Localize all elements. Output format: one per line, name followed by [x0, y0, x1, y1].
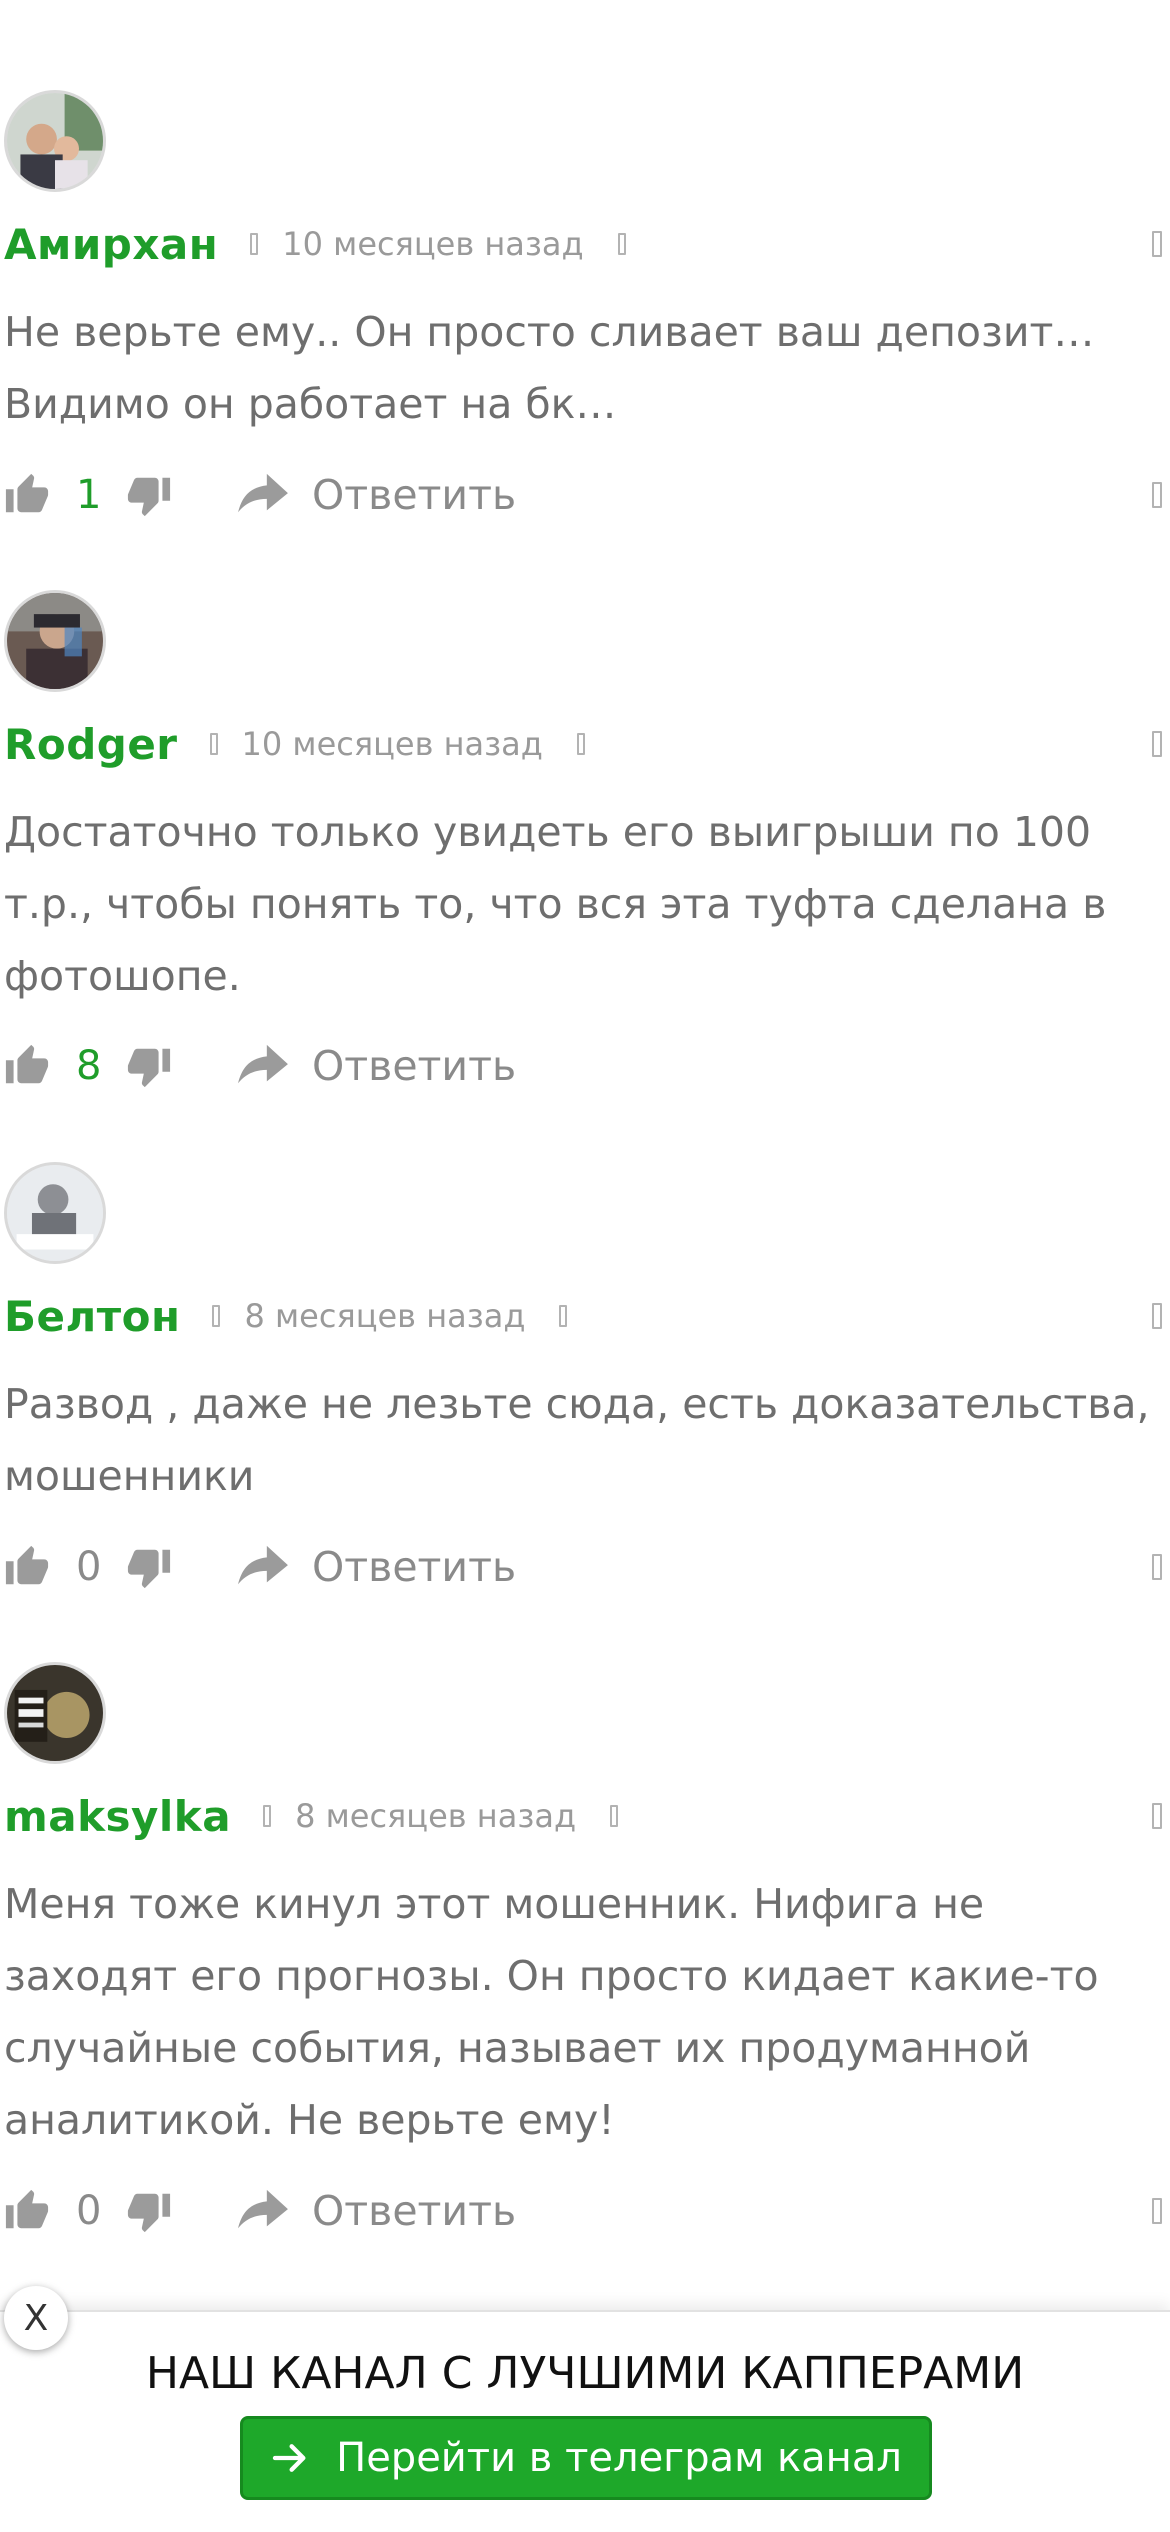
link-icon[interactable]	[559, 1305, 568, 1327]
link-icon[interactable]	[610, 1805, 619, 1827]
reply-button[interactable]: Ответить	[312, 1543, 516, 1591]
clock-icon	[263, 1805, 272, 1827]
comment-text: Меня тоже кинул этот мошенник. Нифига не…	[4, 1880, 1099, 2144]
reply-arrow-icon[interactable]	[238, 1043, 288, 1089]
clock-icon	[250, 233, 259, 255]
thumbs-up-icon[interactable]	[4, 1544, 50, 1590]
comment-meta: Rodger 10 месяцев назад	[4, 714, 585, 774]
avatar[interactable]	[4, 1162, 106, 1264]
more-options-icon[interactable]	[1152, 1803, 1162, 1829]
thumbs-down-icon[interactable]	[126, 472, 172, 518]
comment-time[interactable]: 8 месяцев назад	[295, 1797, 576, 1835]
flag-icon[interactable]	[1152, 1554, 1162, 1580]
thumbs-down-icon[interactable]	[126, 2188, 172, 2234]
link-icon[interactable]	[617, 233, 626, 255]
comment-text: Достаточно только увидеть его выигрыши п…	[4, 808, 1107, 1000]
author-name[interactable]: Амирхан	[4, 220, 218, 269]
comment-time[interactable]: 8 месяцев назад	[244, 1297, 525, 1335]
avatar[interactable]	[4, 1662, 106, 1764]
vote-count: 1	[76, 472, 102, 518]
more-options-icon[interactable]	[1152, 231, 1162, 257]
banner-title: НАШ КАНАЛ С ЛУЧШИМИ КАППЕРАМИ	[145, 2348, 1025, 2399]
thumbs-down-icon[interactable]	[126, 1043, 172, 1089]
vote-count: 0	[76, 1544, 102, 1590]
user-photo-icon	[7, 1665, 103, 1761]
author-name[interactable]: Белтон	[4, 1292, 180, 1341]
reply-arrow-icon[interactable]	[238, 472, 288, 518]
comment-actions: 8 Ответить	[4, 1036, 516, 1096]
comment-actions: 1 Ответить	[4, 465, 516, 525]
avatar[interactable]	[4, 590, 106, 692]
avatar[interactable]	[4, 90, 106, 192]
comment-time[interactable]: 10 месяцев назад	[242, 725, 543, 763]
flag-icon[interactable]	[1152, 2198, 1162, 2224]
comment-meta: maksylka 8 месяцев назад	[4, 1786, 619, 1846]
arrow-right-icon	[270, 2438, 310, 2478]
reply-button[interactable]: Ответить	[312, 2187, 516, 2235]
thumbs-up-icon[interactable]	[4, 2188, 50, 2234]
vote-count: 8	[76, 1043, 102, 1089]
comment-text: Развод , даже не лезьте сюда, есть доказ…	[4, 1380, 1150, 1500]
link-icon[interactable]	[576, 733, 585, 755]
author-name[interactable]: maksylka	[4, 1792, 231, 1841]
comment-actions: 0 Ответить	[4, 1537, 516, 1597]
banner-close-button[interactable]: X	[4, 2286, 68, 2350]
comment-meta: Амирхан 10 месяцев назад	[4, 214, 626, 274]
user-photo-icon	[7, 93, 103, 189]
author-name[interactable]: Rodger	[4, 720, 178, 769]
more-options-icon[interactable]	[1152, 731, 1162, 757]
flag-icon[interactable]	[1152, 482, 1162, 508]
reply-button[interactable]: Ответить	[312, 471, 516, 519]
comment-meta: Белтон 8 месяцев назад	[4, 1286, 568, 1346]
more-options-icon[interactable]	[1152, 1303, 1162, 1329]
clock-icon	[209, 733, 218, 755]
reply-button[interactable]: Ответить	[312, 1042, 516, 1090]
comment-actions: 0 Ответить	[4, 2181, 516, 2241]
reply-arrow-icon[interactable]	[238, 1544, 288, 1590]
user-photo-icon	[7, 593, 103, 689]
comment-text: Не верьте ему.. Он просто сливает ваш де…	[4, 308, 1095, 428]
telegram-button-label: Перейти в телеграм канал	[336, 2435, 902, 2481]
thumbs-down-icon[interactable]	[126, 1544, 172, 1590]
reply-arrow-icon[interactable]	[238, 2188, 288, 2234]
telegram-channel-button[interactable]: Перейти в телеграм канал	[240, 2416, 932, 2500]
user-photo-icon	[7, 1165, 103, 1261]
thumbs-up-icon[interactable]	[4, 1043, 50, 1089]
vote-count: 0	[76, 2188, 102, 2234]
clock-icon	[212, 1305, 221, 1327]
comments-page: Амирхан 10 месяцев назад Не верьте ему..…	[0, 0, 1170, 2532]
comment-time[interactable]: 10 месяцев назад	[282, 225, 583, 263]
thumbs-up-icon[interactable]	[4, 472, 50, 518]
